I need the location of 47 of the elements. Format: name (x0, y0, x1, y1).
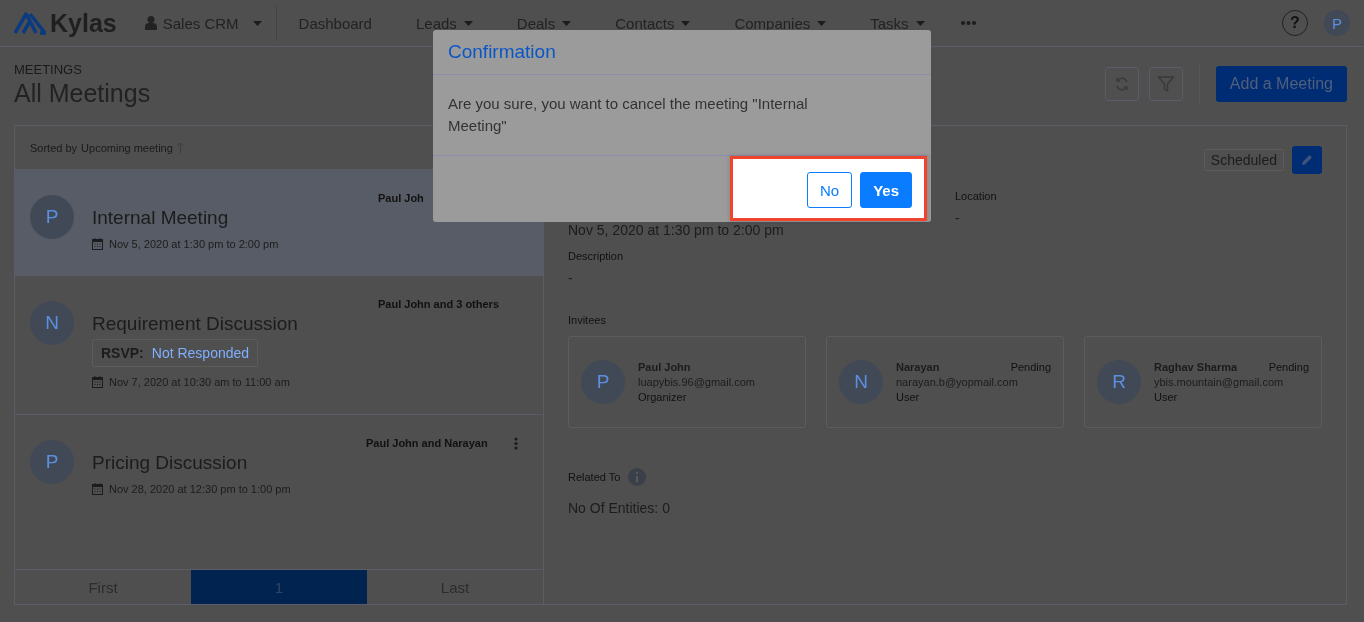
user-avatar[interactable]: P (1324, 10, 1350, 36)
related-to-label: Related To (568, 471, 621, 483)
invitees-label: Invitees (568, 314, 607, 326)
meeting-title: Internal Meeting (92, 207, 230, 229)
invitee-role: User (1154, 391, 1179, 403)
meeting-date: Nov 5, 2020 at 1:30 pm to 2:00 pm (109, 238, 279, 250)
no-button[interactable]: No (806, 172, 853, 208)
caret-icon (562, 20, 572, 26)
person-icon (144, 16, 157, 30)
invitee-avatar: P (581, 360, 625, 404)
pencil-icon (1301, 154, 1313, 166)
edit-button[interactable] (1292, 146, 1322, 174)
add-meeting-button[interactable]: Add a Meeting (1215, 66, 1347, 102)
dialog-title: Confirmation (448, 41, 556, 63)
caret-icon (681, 20, 691, 26)
filter-button[interactable] (1148, 67, 1183, 101)
rsvp-status[interactable]: Not Responded (151, 345, 250, 361)
participants: Paul Joh (378, 192, 425, 204)
participants: Paul John and 3 others (378, 298, 501, 310)
participants: Paul John and Narayan (366, 437, 489, 449)
caret-icon (817, 20, 827, 26)
refresh-button[interactable] (1104, 67, 1139, 101)
location-label: Location (955, 190, 998, 202)
invitee-avatar: R (1097, 360, 1141, 404)
location-value: - (955, 210, 961, 226)
description-label: Description (568, 250, 625, 262)
logo-icon (14, 11, 46, 35)
invitee-status: Pending (1010, 361, 1051, 373)
description-value: - (568, 270, 574, 286)
invitee-avatar: N (839, 360, 883, 404)
meeting-avatar: N (30, 301, 74, 345)
invitee-status: Pending (1268, 361, 1309, 373)
calendar-icon (92, 483, 103, 495)
meeting-avatar: P (30, 440, 74, 484)
calendar-icon (92, 376, 103, 388)
meeting-item[interactable]: P Paul Joh Internal Meeting Nov 5, 2020 at 1:30 pm to 2:00 pm (15, 170, 543, 276)
caret-icon (463, 20, 473, 26)
yes-button[interactable]: Yes (860, 172, 912, 208)
caret-icon (252, 20, 262, 26)
invitee-role: User (896, 391, 921, 403)
more-icon[interactable] (960, 21, 976, 25)
calendar-icon (92, 238, 103, 250)
kebab-menu-icon[interactable] (514, 436, 518, 450)
caret-icon (915, 20, 925, 26)
meeting-avatar: P (30, 195, 74, 239)
info-icon[interactable] (628, 468, 647, 486)
invitee-role: Organizer (638, 391, 688, 403)
